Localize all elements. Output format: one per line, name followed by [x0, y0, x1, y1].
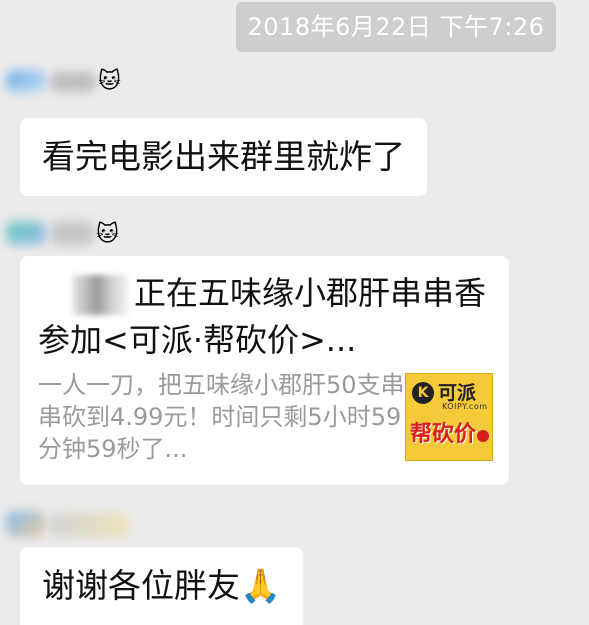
share-card-description: 一人一刀，把五味缘小郡肝50支串串砍到4.99元！时间只剩5小时59分钟59秒了… — [38, 371, 405, 463]
share-card-thumbnail: K 可派 KOIPY.com 帮砍价 — [405, 373, 493, 461]
chat-message-bubble[interactable]: 谢谢各位胖友🙏 — [20, 547, 304, 625]
thumbnail-brand-sub: KOIPY.com — [442, 402, 488, 411]
avatar-blurred — [6, 221, 46, 245]
redacted-blur — [72, 275, 128, 315]
avatar-blurred — [6, 511, 46, 537]
thumbnail-brand: 可派 — [438, 382, 477, 404]
cat-emoji-icon: 🐱 — [96, 222, 119, 247]
sender-avatar-name[interactable]: 🐱 — [6, 215, 146, 251]
koipy-logo-icon: K — [412, 382, 434, 404]
sender-name-blurred — [50, 221, 94, 245]
chat-timestamp: 2018年6月22日 下午7:26 — [236, 2, 556, 52]
sender-avatar-name[interactable] — [6, 507, 146, 543]
cat-emoji-icon: 🐱 — [98, 69, 121, 94]
share-card-title: 正在五味缘小郡肝串串香参加<可派·帮砍价>... — [38, 270, 498, 364]
chat-message-bubble[interactable]: 看完电影出来群里就炸了 — [20, 118, 427, 196]
share-link-card[interactable]: 正在五味缘小郡肝串串香参加<可派·帮砍价>... 一人一刀，把五味缘小郡肝50支… — [20, 256, 509, 485]
sender-avatar-name[interactable]: 🐱 — [6, 64, 146, 100]
sender-name-blurred — [50, 513, 130, 537]
coin-icon — [477, 430, 489, 442]
avatar-blurred — [6, 70, 46, 92]
sender-name-blurred — [50, 72, 96, 92]
